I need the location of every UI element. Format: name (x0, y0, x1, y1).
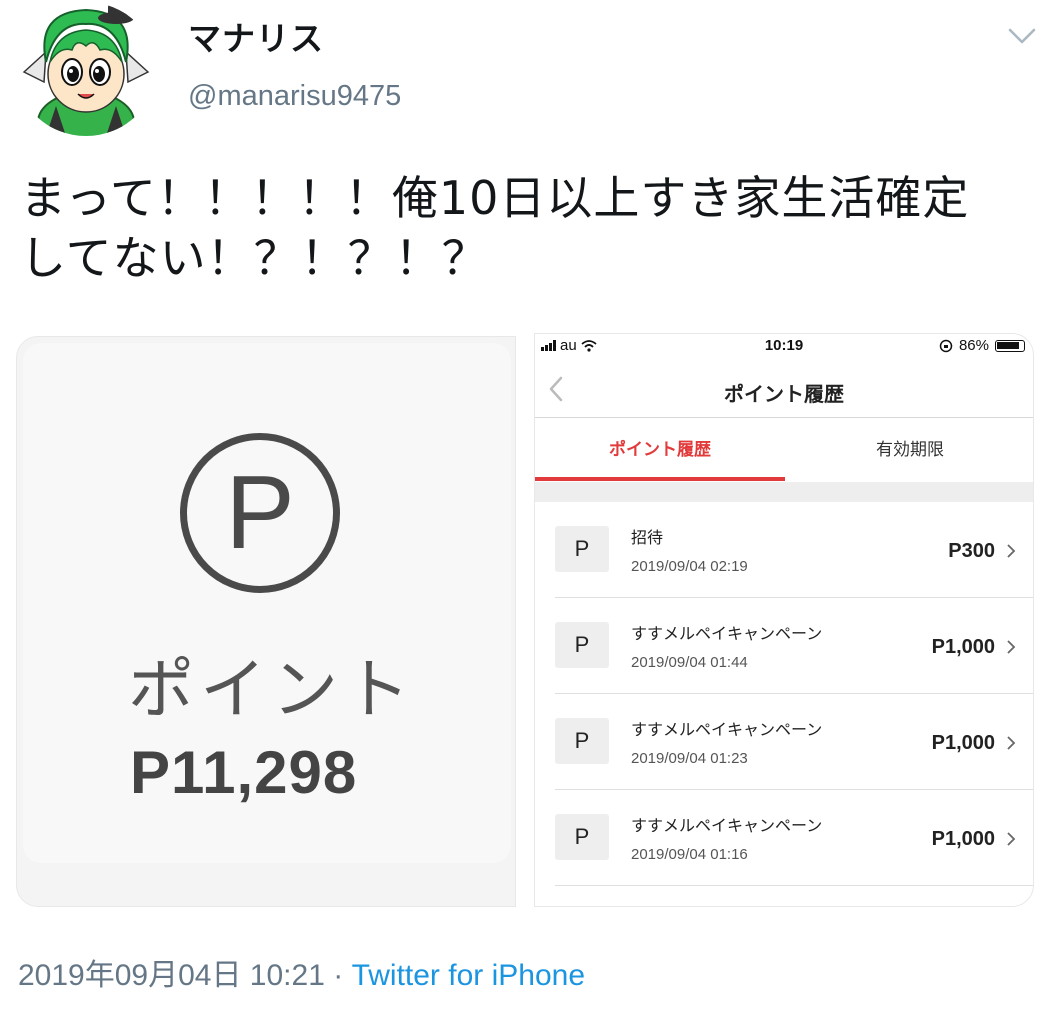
battery-percent: 86% (958, 337, 989, 354)
tweet-timestamp[interactable]: 2019年09月04日 10:21 (18, 959, 325, 992)
chevron-right-icon (1007, 544, 1016, 558)
point-circle-icon: P (180, 433, 340, 593)
nav-title: ポイント履歴 (724, 382, 844, 406)
item-date: 2019/09/04 01:44 (631, 654, 748, 671)
tab-point-history[interactable]: ポイント履歴 (535, 419, 785, 481)
media-image-points[interactable] (16, 336, 516, 907)
list-item[interactable]: P すすメルペイキャンペーン 2019/09/04 01:44 P1,000 (555, 598, 1033, 694)
point-icon: P (555, 718, 609, 764)
item-date: 2019/09/04 01:16 (631, 846, 748, 863)
battery-icon (995, 339, 1025, 352)
point-symbol: P (225, 455, 295, 571)
item-amount: P300 (948, 540, 995, 562)
nav-bar: ポイント履歴 (535, 364, 1033, 418)
user-handle[interactable]: @manarisu9475 (188, 80, 401, 113)
section-divider (535, 482, 1033, 502)
avatar-image (16, 2, 156, 136)
list-item[interactable]: P 招待 2019/09/04 02:19 P300 (555, 502, 1033, 598)
point-icon: P (555, 814, 609, 860)
status-right: 86% (939, 337, 1025, 354)
item-title: すすメルペイキャンペーン (631, 624, 823, 643)
item-title: 招待 (631, 528, 664, 547)
status-bar: au 10:19 86% (535, 334, 1033, 358)
avatar[interactable] (16, 2, 156, 136)
chevron-right-icon (1007, 640, 1016, 654)
tab-expiry[interactable]: 有効期限 (785, 419, 1033, 481)
item-title: すすメルペイキャンペーン (631, 720, 823, 739)
active-tab-indicator (535, 477, 785, 481)
orientation-lock-icon (939, 339, 953, 352)
tweet-text-line: してない！？！？！？ (20, 231, 489, 285)
tweet-footer: 2019年09月04日 10:21 · Twitter for iPhone (18, 950, 585, 994)
point-icon: P (555, 622, 609, 668)
chevron-right-icon (1007, 736, 1016, 750)
chevron-right-icon (1007, 832, 1016, 846)
list-item[interactable]: P すすメルペイキャンペーン 2019/09/04 01:23 P1,000 (555, 694, 1033, 790)
item-amount: P1,000 (931, 828, 995, 850)
list-item[interactable]: P すすメルペイキャンペーン 2019/09/04 01:16 P1,000 (555, 790, 1033, 886)
item-date: 2019/09/04 02:19 (631, 558, 748, 575)
tab-bar: ポイント履歴 有効期限 (535, 419, 1033, 481)
tweet-source-link[interactable]: Twitter for iPhone (352, 959, 585, 992)
points-label: ポイント (128, 651, 416, 728)
item-amount: P1,000 (931, 636, 995, 658)
media-image-history[interactable]: au 10:19 86% ポイント履歴 ポイント履歴 有効期限 P 招待 201… (534, 333, 1034, 907)
display-name[interactable]: マナリス (188, 12, 324, 60)
item-title: すすメルペイキャンペーン (631, 816, 823, 835)
item-date: 2019/09/04 01:23 (631, 750, 748, 767)
footer-separator: · (333, 959, 344, 992)
history-list: P 招待 2019/09/04 02:19 P300 P すすメルペイキャンペー… (555, 502, 1033, 886)
tweet-text: まって！！！！！俺10日以上すき家生活確定 してない！？！？！？ (20, 168, 1040, 288)
points-value: P11,298 (130, 739, 358, 806)
chevron-down-icon[interactable] (1004, 20, 1040, 50)
tweet-text-line: まって！！！！！俺10日以上すき家生活確定 (20, 171, 970, 225)
point-icon: P (555, 526, 609, 572)
item-amount: P1,000 (931, 732, 995, 754)
